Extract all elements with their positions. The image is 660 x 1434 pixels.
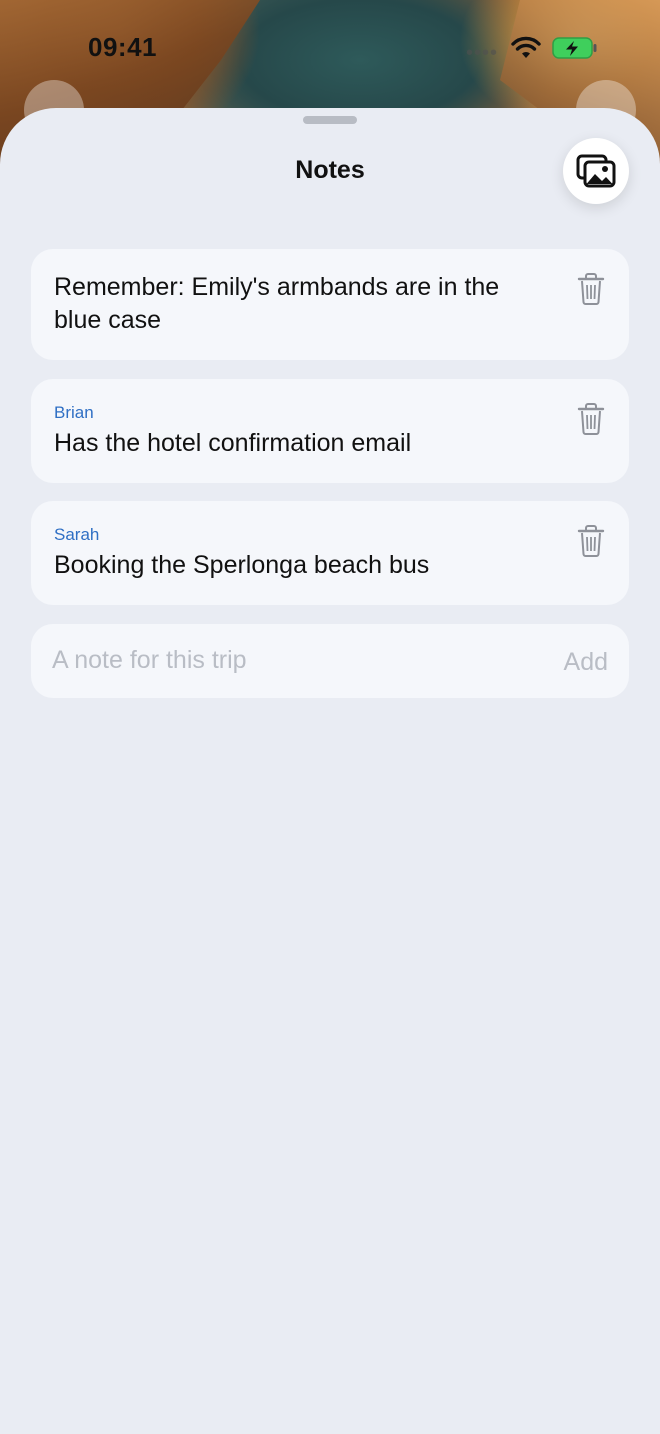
notes-sheet: Notes Remember: Emily's armbands are in …	[0, 108, 660, 1434]
page-title: Notes	[295, 156, 365, 184]
note-card[interactable]: Brian Has the hotel confirmation email	[31, 379, 629, 483]
signal-dots-icon: ••••	[466, 42, 499, 64]
screen: 09:41 •••• Notes Remember: Emily's armba	[0, 0, 660, 1434]
note-card[interactable]: Sarah Booking the Sperlonga beach bus	[31, 501, 629, 605]
note-card[interactable]: Remember: Emily's armbands are in the bl…	[31, 249, 629, 360]
note-text: Booking the Sperlonga beach bus	[54, 551, 430, 579]
status-time: 09:41	[88, 32, 157, 62]
battery-charging-icon	[552, 37, 597, 59]
trash-icon[interactable]	[577, 273, 605, 305]
note-author: Sarah	[54, 525, 100, 544]
trash-icon[interactable]	[577, 525, 605, 557]
add-note-button[interactable]: Add	[564, 648, 608, 677]
photo-gallery-button[interactable]	[563, 138, 629, 204]
status-bar: 09:41 ••••	[0, 0, 660, 100]
note-author: Brian	[54, 403, 94, 422]
new-note-composer: Add	[31, 624, 629, 698]
sheet-grabber[interactable]	[303, 116, 357, 124]
note-text: Has the hotel confirmation email	[54, 429, 412, 457]
wifi-icon	[511, 36, 541, 58]
photos-icon	[576, 154, 616, 188]
note-text: Remember: Emily's armbands are in the bl…	[54, 273, 500, 334]
trash-icon[interactable]	[577, 403, 605, 435]
new-note-input[interactable]	[52, 642, 492, 678]
